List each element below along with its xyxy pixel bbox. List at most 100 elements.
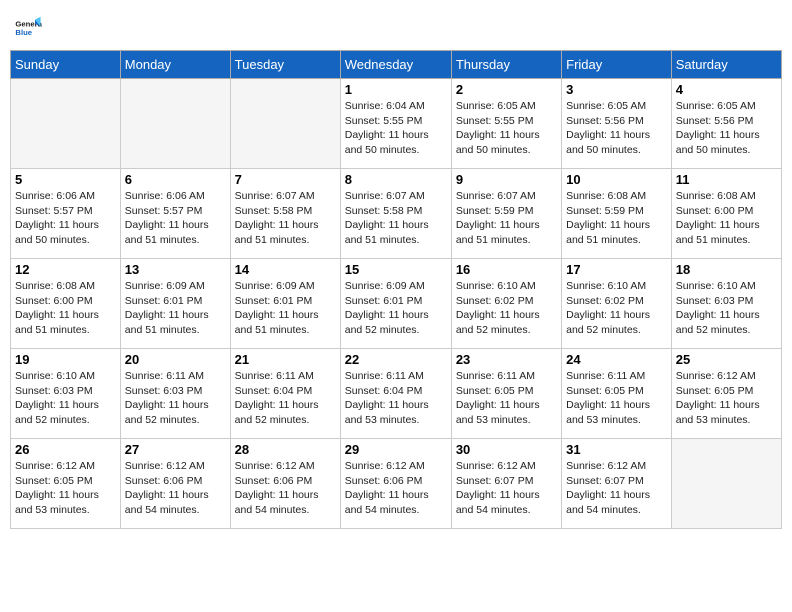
calendar-cell: 6Sunrise: 6:06 AM Sunset: 5:57 PM Daylig… (120, 169, 230, 259)
day-info: Sunrise: 6:11 AM Sunset: 6:05 PM Dayligh… (566, 369, 667, 428)
calendar-cell: 10Sunrise: 6:08 AM Sunset: 5:59 PM Dayli… (562, 169, 672, 259)
calendar-week-row: 5 Sunrise: 6:06 AM Sunset: 5:57 PM Daylig… (11, 169, 782, 259)
day-info: Sunrise: 6:07 AM Sunset: 5:58 PM Dayligh… (235, 189, 336, 248)
calendar-cell: 25Sunrise: 6:12 AM Sunset: 6:05 PM Dayli… (671, 349, 781, 439)
day-number: 13 (125, 262, 226, 277)
calendar-week-row: 1 Sunrise: 6:04 AM Sunset: 5:55 PM Daylig… (11, 79, 782, 169)
calendar-cell: 31 Sunrise: 6:12 AM Sunset: 6:07 PM Dayli… (562, 439, 672, 529)
calendar-cell: 13 Sunrise: 6:09 AM Sunset: 6:01 PM Dayli… (120, 259, 230, 349)
calendar-cell: 15 Sunrise: 6:09 AM Sunset: 6:01 PM Dayli… (340, 259, 451, 349)
calendar-cell: 5 Sunrise: 6:06 AM Sunset: 5:57 PM Daylig… (11, 169, 121, 259)
logo-icon: General Blue (14, 14, 42, 42)
logo: General Blue (14, 14, 42, 42)
day-info: Sunrise: 6:04 AM Sunset: 5:55 PM Dayligh… (345, 99, 447, 158)
day-info: Sunrise: 6:12 AM Sunset: 6:06 PM Dayligh… (345, 459, 447, 518)
day-number: 22 (345, 352, 447, 367)
day-info: Sunrise: 6:12 AM Sunset: 6:06 PM Dayligh… (235, 459, 336, 518)
day-number: 5 (15, 172, 116, 187)
weekday-header: Sunday (11, 51, 121, 79)
calendar-cell (120, 79, 230, 169)
calendar-cell: 29 Sunrise: 6:12 AM Sunset: 6:06 PM Dayli… (340, 439, 451, 529)
day-number: 17 (566, 262, 667, 277)
weekday-header: Monday (120, 51, 230, 79)
day-info: Sunrise: 6:05 AM Sunset: 5:55 PM Dayligh… (456, 99, 557, 158)
day-info: Sunrise: 6:12 AM Sunset: 6:05 PM Dayligh… (676, 369, 777, 428)
day-number: 16 (456, 262, 557, 277)
day-number: 11 (676, 172, 777, 187)
day-info: Sunrise: 6:12 AM Sunset: 6:07 PM Dayligh… (566, 459, 667, 518)
calendar-cell: 8 Sunrise: 6:07 AM Sunset: 5:58 PM Daylig… (340, 169, 451, 259)
day-info: Sunrise: 6:06 AM Sunset: 5:57 PM Dayligh… (125, 189, 226, 248)
weekday-header-row: SundayMondayTuesdayWednesdayThursdayFrid… (11, 51, 782, 79)
day-number: 28 (235, 442, 336, 457)
day-number: 1 (345, 82, 447, 97)
day-number: 26 (15, 442, 116, 457)
day-number: 24 (566, 352, 667, 367)
calendar-cell: 1 Sunrise: 6:04 AM Sunset: 5:55 PM Daylig… (340, 79, 451, 169)
calendar-cell: 26 Sunrise: 6:12 AM Sunset: 6:05 PM Dayli… (11, 439, 121, 529)
day-info: Sunrise: 6:09 AM Sunset: 6:01 PM Dayligh… (345, 279, 447, 338)
day-info: Sunrise: 6:05 AM Sunset: 5:56 PM Dayligh… (566, 99, 667, 158)
day-info: Sunrise: 6:11 AM Sunset: 6:04 PM Dayligh… (235, 369, 336, 428)
calendar-cell: 7Sunrise: 6:07 AM Sunset: 5:58 PM Daylig… (230, 169, 340, 259)
day-number: 27 (125, 442, 226, 457)
calendar-cell (230, 79, 340, 169)
day-info: Sunrise: 6:11 AM Sunset: 6:03 PM Dayligh… (125, 369, 226, 428)
day-info: Sunrise: 6:10 AM Sunset: 6:02 PM Dayligh… (566, 279, 667, 338)
day-number: 15 (345, 262, 447, 277)
calendar-cell: 20 Sunrise: 6:11 AM Sunset: 6:03 PM Dayli… (120, 349, 230, 439)
day-info: Sunrise: 6:08 AM Sunset: 6:00 PM Dayligh… (15, 279, 116, 338)
day-info: Sunrise: 6:09 AM Sunset: 6:01 PM Dayligh… (235, 279, 336, 338)
day-number: 29 (345, 442, 447, 457)
day-number: 8 (345, 172, 447, 187)
calendar-week-row: 12 Sunrise: 6:08 AM Sunset: 6:00 PM Dayli… (11, 259, 782, 349)
day-info: Sunrise: 6:08 AM Sunset: 6:00 PM Dayligh… (676, 189, 777, 248)
day-number: 12 (15, 262, 116, 277)
day-number: 20 (125, 352, 226, 367)
day-info: Sunrise: 6:10 AM Sunset: 6:02 PM Dayligh… (456, 279, 557, 338)
day-number: 10 (566, 172, 667, 187)
calendar-cell: 17 Sunrise: 6:10 AM Sunset: 6:02 PM Dayli… (562, 259, 672, 349)
day-info: Sunrise: 6:12 AM Sunset: 6:05 PM Dayligh… (15, 459, 116, 518)
calendar-week-row: 19Sunrise: 6:10 AM Sunset: 6:03 PM Dayli… (11, 349, 782, 439)
calendar-cell: 21 Sunrise: 6:11 AM Sunset: 6:04 PM Dayli… (230, 349, 340, 439)
day-info: Sunrise: 6:12 AM Sunset: 6:07 PM Dayligh… (456, 459, 557, 518)
calendar-cell: 14 Sunrise: 6:09 AM Sunset: 6:01 PM Dayli… (230, 259, 340, 349)
day-info: Sunrise: 6:05 AM Sunset: 5:56 PM Dayligh… (676, 99, 777, 158)
day-info: Sunrise: 6:06 AM Sunset: 5:57 PM Dayligh… (15, 189, 116, 248)
calendar-cell: 22Sunrise: 6:11 AM Sunset: 6:04 PM Dayli… (340, 349, 451, 439)
weekday-header: Friday (562, 51, 672, 79)
calendar-cell (671, 439, 781, 529)
day-number: 2 (456, 82, 557, 97)
calendar-cell: 2 Sunrise: 6:05 AM Sunset: 5:55 PM Daylig… (451, 79, 561, 169)
day-info: Sunrise: 6:09 AM Sunset: 6:01 PM Dayligh… (125, 279, 226, 338)
day-info: Sunrise: 6:07 AM Sunset: 5:59 PM Dayligh… (456, 189, 557, 248)
calendar-cell: 19Sunrise: 6:10 AM Sunset: 6:03 PM Dayli… (11, 349, 121, 439)
day-number: 9 (456, 172, 557, 187)
calendar-cell: 16 Sunrise: 6:10 AM Sunset: 6:02 PM Dayli… (451, 259, 561, 349)
day-number: 31 (566, 442, 667, 457)
day-info: Sunrise: 6:12 AM Sunset: 6:06 PM Dayligh… (125, 459, 226, 518)
calendar-cell: 28 Sunrise: 6:12 AM Sunset: 6:06 PM Dayli… (230, 439, 340, 529)
weekday-header: Wednesday (340, 51, 451, 79)
calendar-cell: 30 Sunrise: 6:12 AM Sunset: 6:07 PM Dayli… (451, 439, 561, 529)
day-info: Sunrise: 6:07 AM Sunset: 5:58 PM Dayligh… (345, 189, 447, 248)
calendar-cell: 3 Sunrise: 6:05 AM Sunset: 5:56 PM Daylig… (562, 79, 672, 169)
day-number: 14 (235, 262, 336, 277)
calendar-cell: 27 Sunrise: 6:12 AM Sunset: 6:06 PM Dayli… (120, 439, 230, 529)
calendar-cell: 18Sunrise: 6:10 AM Sunset: 6:03 PM Dayli… (671, 259, 781, 349)
weekday-header: Saturday (671, 51, 781, 79)
weekday-header: Tuesday (230, 51, 340, 79)
calendar-cell: 24 Sunrise: 6:11 AM Sunset: 6:05 PM Dayli… (562, 349, 672, 439)
day-number: 3 (566, 82, 667, 97)
day-number: 4 (676, 82, 777, 97)
calendar-cell: 9 Sunrise: 6:07 AM Sunset: 5:59 PM Daylig… (451, 169, 561, 259)
calendar-cell (11, 79, 121, 169)
calendar-cell: 4 Sunrise: 6:05 AM Sunset: 5:56 PM Daylig… (671, 79, 781, 169)
day-info: Sunrise: 6:11 AM Sunset: 6:05 PM Dayligh… (456, 369, 557, 428)
day-number: 21 (235, 352, 336, 367)
day-number: 18 (676, 262, 777, 277)
svg-text:Blue: Blue (15, 28, 32, 37)
day-number: 30 (456, 442, 557, 457)
calendar-week-row: 26 Sunrise: 6:12 AM Sunset: 6:05 PM Dayli… (11, 439, 782, 529)
